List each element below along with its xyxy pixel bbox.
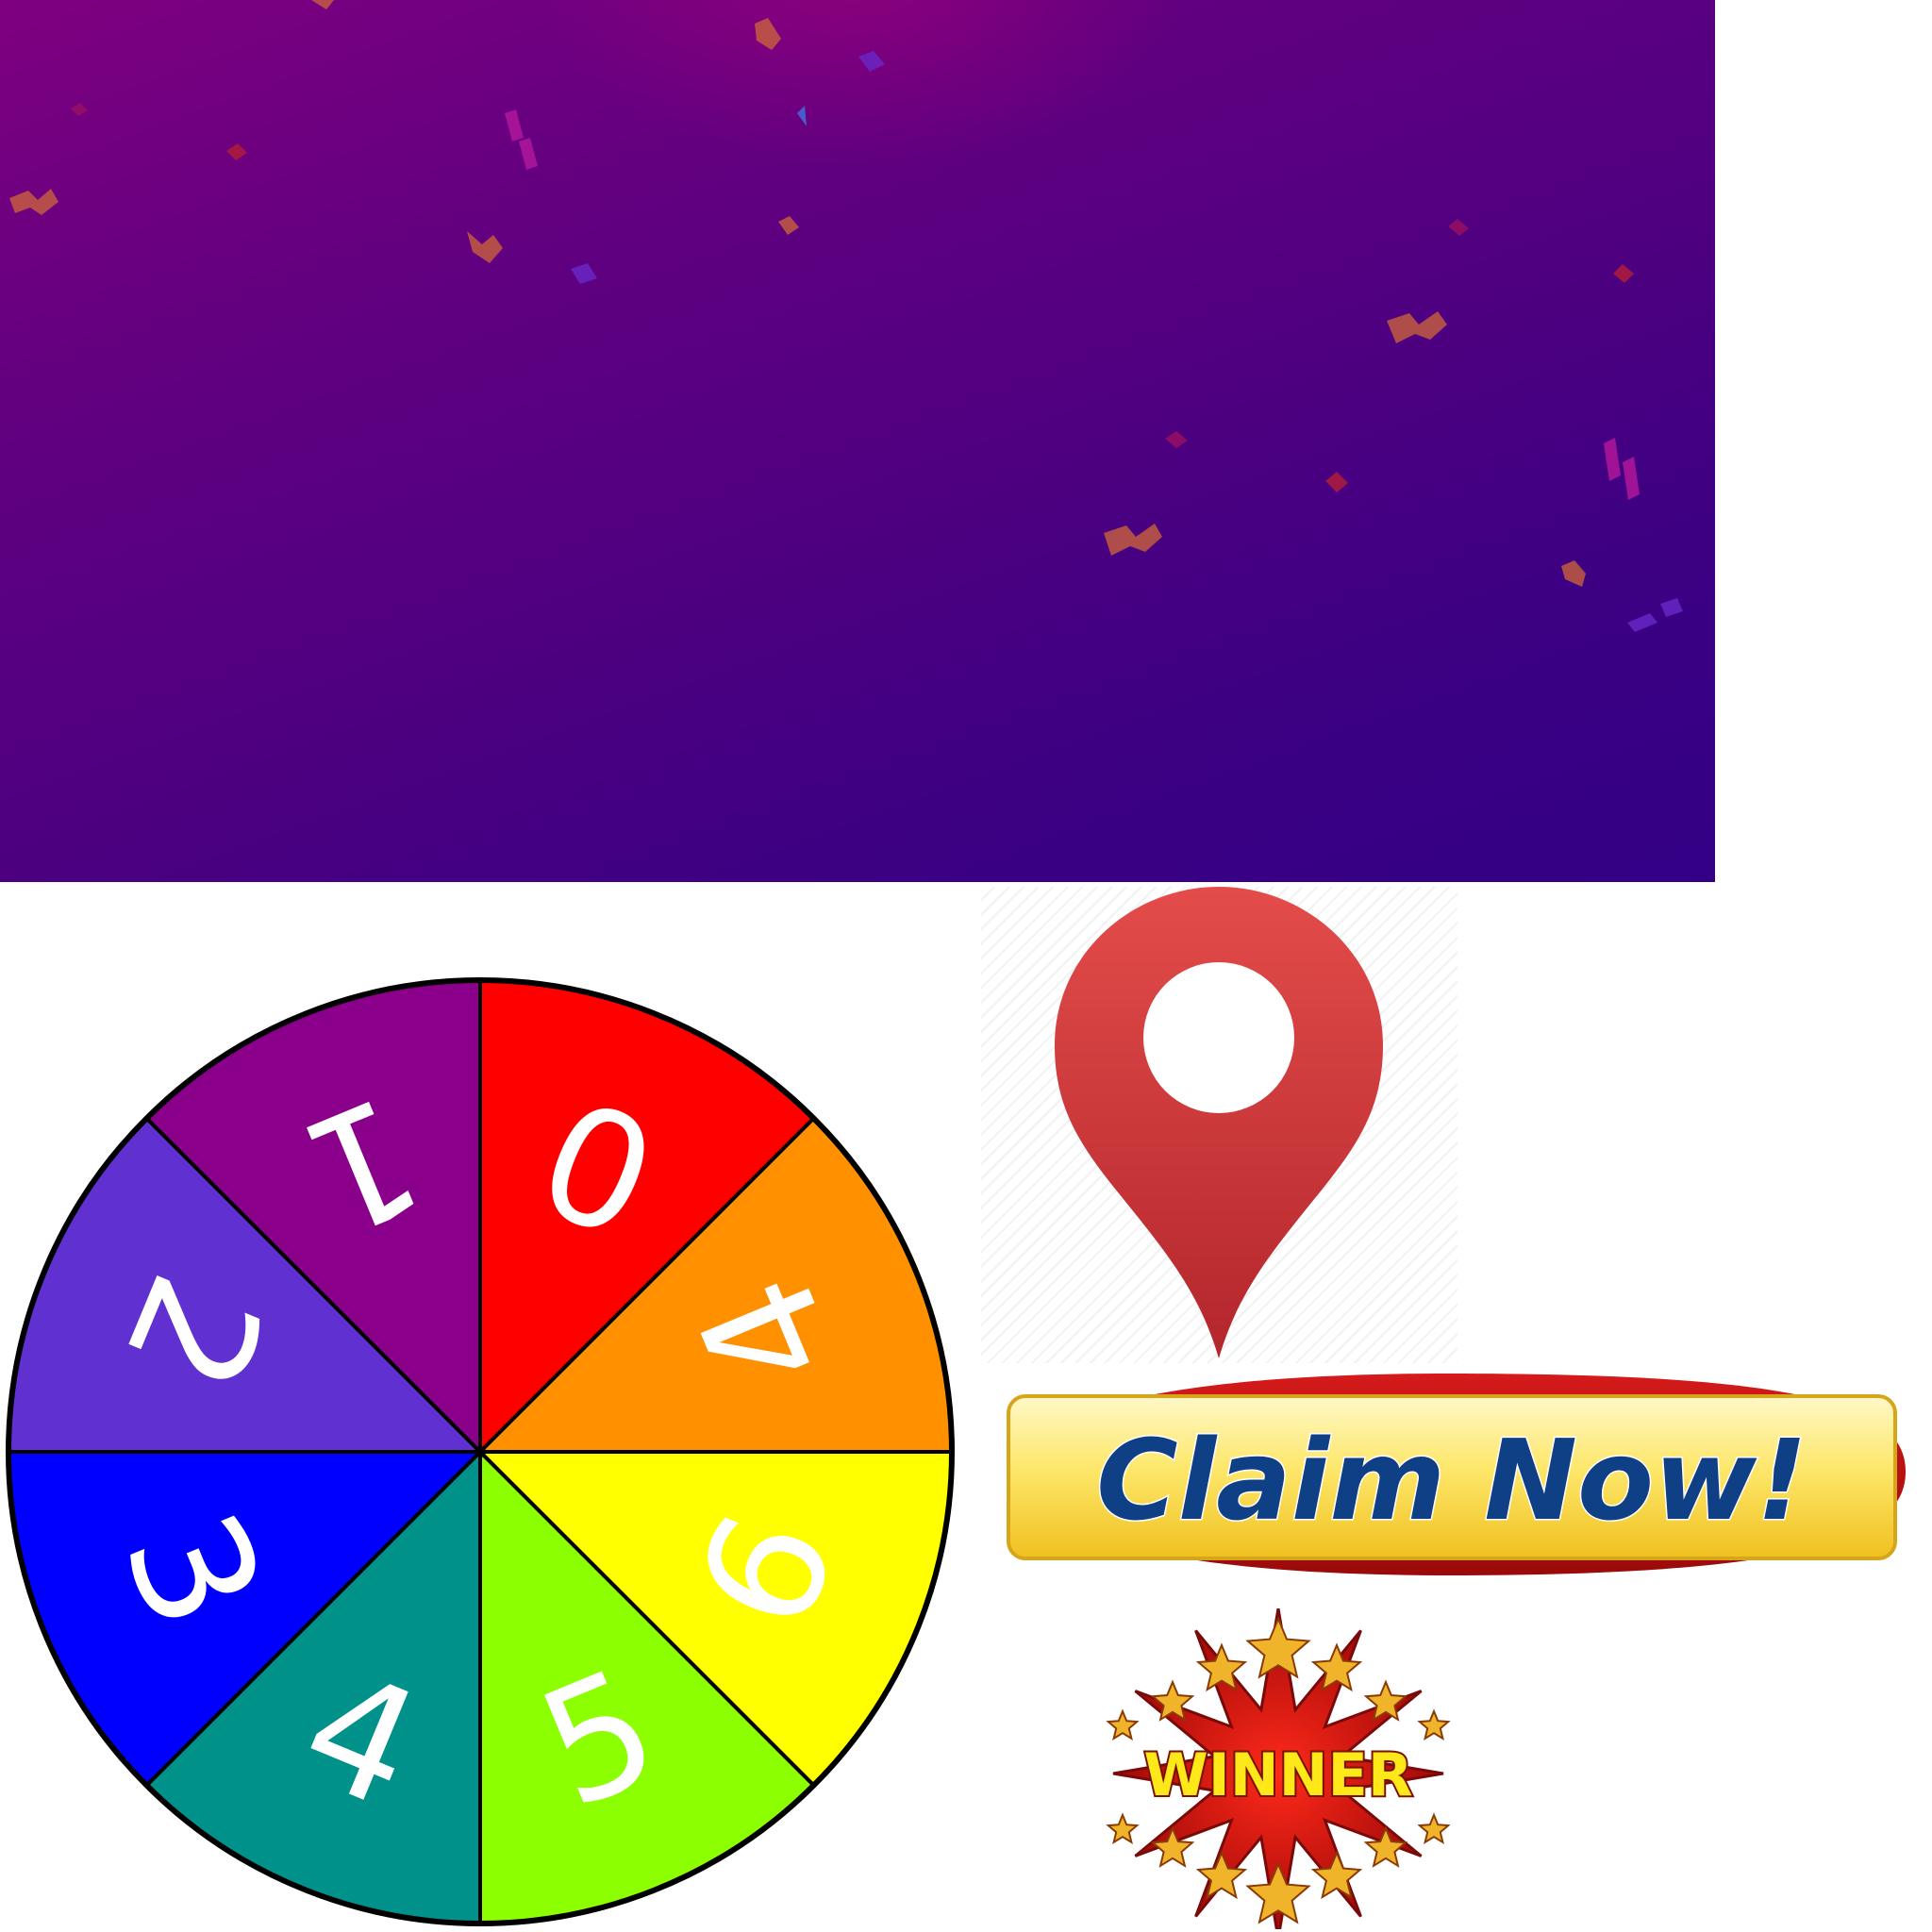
star-icon [1106, 1812, 1140, 1845]
confetti-piece [9, 189, 58, 215]
confetti-piece [1613, 264, 1634, 283]
confetti-piece [467, 231, 503, 263]
confetti-piece [1387, 311, 1447, 343]
map-pin-panel [981, 887, 1457, 1363]
map-pin-icon [1055, 887, 1383, 1358]
confetti-piece [71, 103, 88, 116]
confetti-piece [797, 106, 807, 126]
confetti-piece [1604, 438, 1640, 500]
prize-wheel[interactable]: 04654321 [4, 975, 957, 1928]
confetti-piece [1561, 560, 1586, 587]
confetti-piece [858, 51, 885, 72]
confetti-piece [311, 0, 334, 9]
claim-button-label: Claim Now! [1096, 1415, 1807, 1545]
confetti-piece [505, 109, 538, 170]
confetti-piece [226, 143, 247, 160]
confetti-layer [9, 0, 1683, 632]
star-icon [1417, 1708, 1451, 1741]
confetti-pieces [9, 0, 1683, 632]
star-icon [1106, 1708, 1140, 1741]
game-screen: 04654321 Claim Now! WINNER [0, 0, 1932, 1932]
confetti-piece [1627, 598, 1683, 632]
confetti-piece [571, 263, 597, 284]
confetti-piece [1325, 472, 1348, 492]
confetti-piece [1165, 431, 1188, 448]
wheel-hub [475, 1446, 486, 1457]
confetti-piece [1104, 524, 1162, 556]
claim-now-button[interactable]: Claim Now! [976, 1368, 1920, 1585]
winner-label: WINNER [1143, 1740, 1412, 1809]
confetti-piece [755, 18, 781, 50]
confetti-banner [0, 0, 1715, 882]
star-icon [1417, 1812, 1451, 1845]
winner-badge: WINNER [1106, 1608, 1451, 1929]
confetti-piece [778, 216, 799, 235]
confetti-piece [1448, 219, 1469, 236]
